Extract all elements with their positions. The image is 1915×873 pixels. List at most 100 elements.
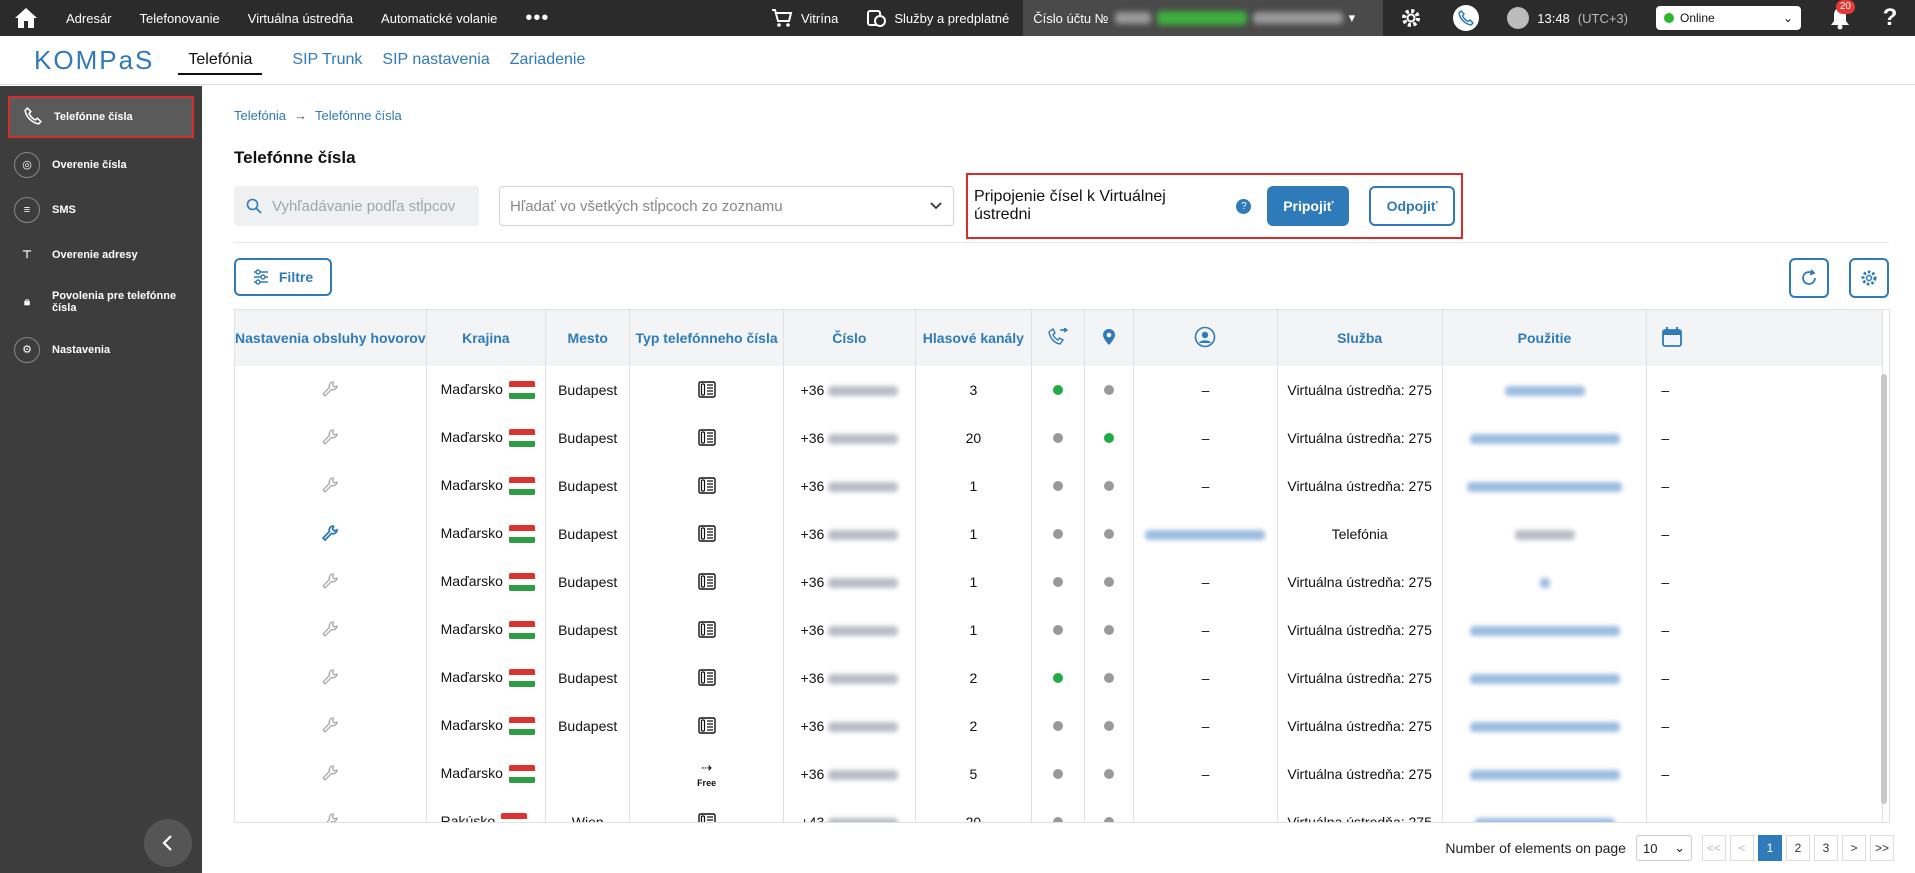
wrench-icon[interactable] xyxy=(321,380,339,401)
scrollbar-thumb[interactable] xyxy=(1881,374,1887,804)
table-settings-button[interactable] xyxy=(1849,258,1889,298)
table-row[interactable]: Maďarsko ⇢ Free +36 5 – Virtuálna ústredňa: 2… xyxy=(235,750,1883,798)
usage-redacted[interactable] xyxy=(1469,674,1620,685)
sidebar-item-sms[interactable]: ≡ SMS xyxy=(0,187,202,232)
call-handling-cell[interactable] xyxy=(235,702,427,750)
last-page-button[interactable]: >> xyxy=(1869,835,1894,861)
usage-redacted[interactable] xyxy=(1469,722,1620,733)
usage-redacted[interactable] xyxy=(1469,434,1620,445)
settings-button[interactable] xyxy=(1383,6,1439,30)
nav-telefonovanie[interactable]: Telefonovanie xyxy=(126,11,234,26)
more-menu-button[interactable]: ••• xyxy=(511,7,563,30)
all-columns-search-select[interactable]: Hľadať vo všetkých stĺpcoch zo zoznamu xyxy=(499,186,954,226)
table-row[interactable]: Maďarsko Budapest +36 2 – Virtuálna ústredňa… xyxy=(235,702,1883,750)
page-1-button[interactable]: 1 xyxy=(1757,835,1782,861)
sidebar-item-overenie-cisla[interactable]: ◎ Overenie čísla xyxy=(0,142,202,187)
breadcrumb-telefonne-cisla[interactable]: Telefónne čísla xyxy=(315,108,402,123)
user-clock[interactable]: 13:48 (UTC+3) xyxy=(1493,7,1642,29)
call-handling-cell[interactable] xyxy=(235,510,427,558)
col-header-call-handling[interactable]: Nastavenia obsluhy hovorov xyxy=(235,310,427,366)
usage-redacted[interactable] xyxy=(1469,626,1620,637)
tab-sip-trunk[interactable]: SIP Trunk xyxy=(282,51,372,69)
wrench-icon[interactable] xyxy=(321,764,339,785)
col-header-service[interactable]: Služba xyxy=(1277,310,1443,366)
tab-sip-nastavenia[interactable]: SIP nastavenia xyxy=(372,51,499,69)
col-header-usage[interactable]: Použitie xyxy=(1442,310,1648,366)
breadcrumb-telefonia[interactable]: Telefónia xyxy=(234,108,286,123)
status-select[interactable]: Online ⌄ xyxy=(1656,6,1801,30)
account-selector[interactable]: Číslo účtu № ▾ xyxy=(1023,0,1384,36)
call-handling-cell[interactable] xyxy=(235,606,427,654)
usage-redacted[interactable] xyxy=(1474,818,1615,822)
wrench-icon[interactable] xyxy=(321,476,339,497)
table-row[interactable]: Maďarsko Budapest +36 1 – Virtuálna ústredňa… xyxy=(235,606,1883,654)
column-search-input[interactable]: Vyhľadávanie podľa stĺpcov xyxy=(234,186,479,226)
call-handling-cell[interactable] xyxy=(235,414,427,462)
services-link[interactable]: Služby a predplatné xyxy=(852,8,1023,28)
collapse-sidebar-button[interactable] xyxy=(144,819,192,867)
table-row[interactable]: Rakúsko Wien +43 20 Virtuálna ústredňa: 275 xyxy=(235,798,1883,822)
wrench-icon[interactable] xyxy=(321,524,339,545)
connect-button[interactable]: Pripojiť xyxy=(1267,186,1350,226)
table-scrollbar[interactable] xyxy=(1881,366,1888,816)
nav-adresar[interactable]: Adresár xyxy=(52,11,126,26)
vitrina-link[interactable]: Vitrína xyxy=(757,8,852,28)
table-row[interactable]: Maďarsko Budapest +36 20 – Virtuálna ústredň… xyxy=(235,414,1883,462)
wrench-icon[interactable] xyxy=(321,428,339,449)
table-row[interactable]: Maďarsko Budapest +36 1 – Virtuálna ústredňa… xyxy=(235,558,1883,606)
usage-redacted[interactable] xyxy=(1539,578,1550,589)
wrench-icon[interactable] xyxy=(321,812,339,822)
wrench-icon[interactable] xyxy=(321,620,339,641)
usage-redacted[interactable] xyxy=(1504,386,1585,397)
page-2-button[interactable]: 2 xyxy=(1785,835,1810,861)
softphone-button[interactable] xyxy=(1439,5,1493,31)
kompas-logo[interactable]: KOMPaS xyxy=(34,45,154,76)
next-page-button[interactable]: > xyxy=(1841,835,1866,861)
col-header-number[interactable]: Číslo xyxy=(783,310,916,366)
help-button[interactable]: ? xyxy=(1865,4,1915,32)
col-header-country[interactable]: Krajina xyxy=(426,310,547,366)
wrench-icon[interactable] xyxy=(321,572,339,593)
call-handling-cell[interactable] xyxy=(235,558,427,606)
prev-page-button[interactable]: < xyxy=(1729,835,1754,861)
col-header-voice-channels[interactable]: Hlasové kanály xyxy=(915,310,1032,366)
page-3-button[interactable]: 3 xyxy=(1813,835,1838,861)
call-handling-cell[interactable] xyxy=(235,798,427,822)
nav-automaticke-volanie[interactable]: Automatické volanie xyxy=(367,11,511,26)
col-header-forwarding[interactable] xyxy=(1031,310,1086,366)
col-header-user[interactable] xyxy=(1133,310,1278,366)
call-handling-cell[interactable] xyxy=(235,462,427,510)
home-icon[interactable] xyxy=(0,0,52,36)
help-icon[interactable]: ? xyxy=(1236,198,1252,214)
col-header-number-type[interactable]: Typ telefónneho čísla xyxy=(629,310,784,366)
usage-redacted[interactable] xyxy=(1469,770,1620,781)
pagination: Number of elements on page 10 ⌄ << < 1 2… xyxy=(1445,835,1894,861)
call-handling-cell[interactable] xyxy=(235,654,427,702)
table-row[interactable]: Maďarsko Budapest +36 3 – Virtuálna ústredňa… xyxy=(235,366,1883,414)
call-handling-cell[interactable] xyxy=(235,366,427,414)
filters-button[interactable]: Filtre xyxy=(234,258,332,296)
notifications-button[interactable]: 20 xyxy=(1815,0,1865,30)
call-handling-cell[interactable] xyxy=(235,750,427,798)
wrench-icon[interactable] xyxy=(321,668,339,689)
col-header-location[interactable] xyxy=(1084,310,1135,366)
disconnect-button[interactable]: Odpojiť xyxy=(1369,186,1455,226)
nav-virtualna-ustredna[interactable]: Virtuálna ústredňa xyxy=(234,11,367,26)
user-redacted[interactable] xyxy=(1145,530,1266,541)
table-row[interactable]: Maďarsko Budapest +36 1 Telefónia – xyxy=(235,510,1883,558)
tab-zariadenie[interactable]: Zariadenie xyxy=(500,51,596,69)
refresh-button[interactable] xyxy=(1789,258,1829,298)
first-page-button[interactable]: << xyxy=(1701,835,1726,861)
sidebar-item-overenie-adresy[interactable]: ⊤ Overenie adresy xyxy=(0,232,202,277)
page-size-select[interactable]: 10 ⌄ xyxy=(1635,835,1692,861)
col-header-date[interactable] xyxy=(1646,310,1883,366)
table-row[interactable]: Maďarsko Budapest +36 1 – Virtuálna ústredňa… xyxy=(235,462,1883,510)
wrench-icon[interactable] xyxy=(321,716,339,737)
sidebar-item-telefonne-cisla[interactable]: Telefónne čísla xyxy=(8,96,194,138)
sidebar-item-povolenia[interactable]: 🔒︎ Povolenia pre telefónne čísla xyxy=(0,277,202,327)
sidebar-item-nastavenia[interactable]: ⚙ Nastavenia xyxy=(0,327,202,372)
col-header-city[interactable]: Mesto xyxy=(545,310,631,366)
table-row[interactable]: Maďarsko Budapest +36 2 – Virtuálna ústredňa… xyxy=(235,654,1883,702)
usage-redacted[interactable] xyxy=(1467,482,1622,493)
tab-telefonia[interactable]: Telefónia xyxy=(178,51,263,75)
